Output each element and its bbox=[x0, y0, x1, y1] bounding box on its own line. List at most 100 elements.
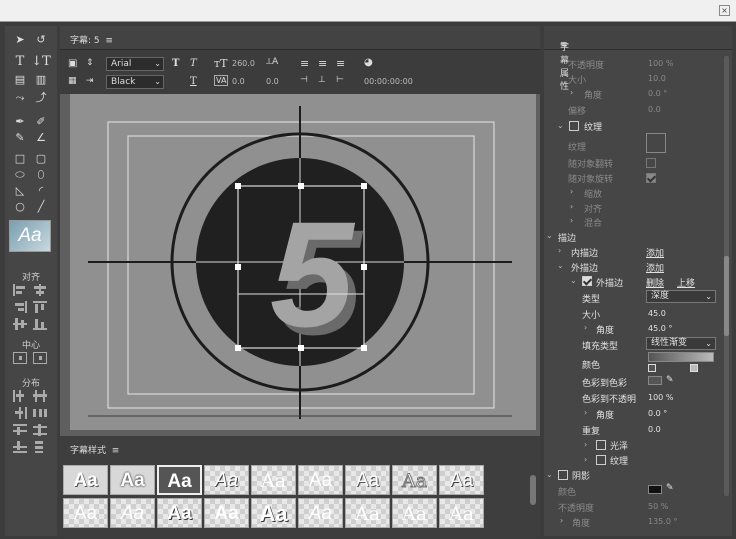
arc-tool-icon[interactable]: ◜ bbox=[31, 183, 51, 199]
shadow-angle-value[interactable]: 135.0 ° bbox=[648, 517, 677, 526]
gradient-stop-right[interactable] bbox=[690, 364, 698, 372]
title-canvas[interactable]: 5 5 bbox=[70, 94, 536, 430]
align-text-center-icon[interactable]: ≡ bbox=[318, 57, 327, 70]
rotate-with-object-checkbox[interactable] bbox=[646, 173, 656, 183]
chevron-right-icon[interactable]: › bbox=[584, 455, 587, 464]
flip-with-object-checkbox[interactable] bbox=[646, 158, 656, 168]
align-text-right-icon[interactable]: ≡ bbox=[336, 57, 345, 70]
style-swatch[interactable]: Aa bbox=[392, 465, 437, 495]
properties-scroll-thumb[interactable] bbox=[724, 256, 729, 336]
style-swatch[interactable]: Aa bbox=[439, 465, 484, 495]
gradient-stop-left[interactable] bbox=[648, 364, 656, 372]
font-size-value[interactable]: 260.0 bbox=[232, 59, 255, 68]
selection-tool-icon[interactable]: ➤ bbox=[10, 32, 30, 48]
gradient-angle-value[interactable]: 0.0 ° bbox=[648, 409, 667, 418]
italic-icon[interactable]: T bbox=[190, 58, 197, 69]
style-swatch[interactable]: Aa bbox=[204, 465, 249, 495]
style-swatch[interactable]: Aa bbox=[157, 498, 202, 528]
path-type-tool-icon[interactable]: ⤳ bbox=[10, 90, 30, 106]
shadow-color-swatch[interactable] bbox=[648, 485, 662, 494]
circle-tool-icon[interactable]: ○ bbox=[10, 199, 30, 215]
timecode-value[interactable]: 00:00:00:00 bbox=[364, 77, 413, 86]
angle-value[interactable]: 0.0 ° bbox=[648, 89, 667, 98]
style-swatch[interactable]: Aa bbox=[251, 465, 296, 495]
center-vertical-icon[interactable] bbox=[33, 352, 47, 364]
chevron-down-icon[interactable]: ⌄ bbox=[546, 470, 553, 479]
type-tool-icon[interactable]: T bbox=[10, 54, 30, 70]
distribute-top-icon[interactable] bbox=[13, 424, 27, 436]
close-icon[interactable]: × bbox=[719, 5, 730, 16]
rectangle-tool-icon[interactable]: □ bbox=[10, 151, 30, 167]
outer-stroke-checkbox[interactable] bbox=[582, 276, 592, 286]
style-swatch[interactable]: Aa bbox=[439, 498, 484, 528]
sheen-checkbox[interactable] bbox=[596, 440, 606, 450]
chevron-right-icon[interactable]: › bbox=[584, 323, 587, 332]
tab-center-icon[interactable]: ⊥ bbox=[318, 75, 326, 85]
add-outer-stroke-link[interactable]: 添加 bbox=[646, 261, 664, 274]
chevron-right-icon[interactable]: › bbox=[558, 246, 561, 255]
align-middle-h-icon[interactable] bbox=[13, 318, 27, 330]
color-to-color-swatch[interactable] bbox=[648, 376, 662, 385]
move-up-stroke-link[interactable]: 上移 bbox=[677, 276, 695, 289]
gradient-ramp[interactable] bbox=[648, 352, 714, 362]
new-title-icon[interactable]: ▣ bbox=[68, 58, 77, 69]
line-tool-icon[interactable]: ╱ bbox=[31, 199, 51, 215]
fill-type-select[interactable]: 线性渐变 ⌄ bbox=[646, 337, 716, 350]
align-right-icon[interactable] bbox=[13, 301, 27, 313]
vertical-type-tool-icon[interactable]: ↓T bbox=[31, 54, 51, 70]
style-swatch[interactable]: Aa bbox=[110, 498, 155, 528]
style-swatch[interactable]: Aa bbox=[63, 498, 108, 528]
distribute-left-icon[interactable] bbox=[13, 390, 27, 402]
rounded-rect-tool-icon[interactable]: ▢ bbox=[31, 151, 51, 167]
align-center-v-icon[interactable] bbox=[33, 284, 47, 296]
convert-anchor-tool-icon[interactable]: ∠ bbox=[31, 130, 51, 146]
distribute-spacing-h-icon[interactable] bbox=[33, 407, 47, 419]
properties-menu-icon[interactable]: ≡ bbox=[560, 40, 568, 50]
bold-icon[interactable]: T bbox=[172, 58, 179, 69]
opacity-value[interactable]: 100 % bbox=[648, 59, 673, 68]
stroke-size-value[interactable]: 45.0 bbox=[648, 309, 666, 318]
align-top-icon[interactable] bbox=[33, 301, 47, 313]
center-horizontal-icon[interactable] bbox=[13, 352, 27, 364]
size-value[interactable]: 10.0 bbox=[648, 74, 666, 83]
style-swatch[interactable]: Aa bbox=[298, 465, 343, 495]
style-swatch[interactable]: Aa bbox=[392, 498, 437, 528]
distribute-middle-v-icon[interactable] bbox=[33, 424, 47, 436]
font-style-select[interactable]: Black ⌄ bbox=[106, 75, 164, 89]
shadow-checkbox[interactable] bbox=[558, 470, 568, 480]
rotate-tool-icon[interactable]: ↺ bbox=[31, 32, 51, 48]
chevron-right-icon[interactable]: › bbox=[570, 216, 573, 225]
chevron-down-icon[interactable]: ⌄ bbox=[557, 261, 564, 270]
delete-anchor-tool-icon[interactable]: ✐ bbox=[31, 114, 51, 130]
add-inner-stroke-link[interactable]: 添加 bbox=[646, 246, 664, 259]
chevron-right-icon[interactable]: › bbox=[570, 187, 573, 196]
delete-stroke-link[interactable]: 删除 bbox=[646, 276, 664, 289]
style-swatch[interactable]: Aa bbox=[251, 498, 296, 528]
area-type-tool-icon[interactable]: ▤ bbox=[10, 72, 30, 88]
distribute-right-icon[interactable] bbox=[13, 407, 27, 419]
style-swatch-selected[interactable]: Aa bbox=[157, 465, 202, 495]
underline-icon[interactable]: T bbox=[190, 76, 197, 87]
align-text-left-icon[interactable]: ≡ bbox=[300, 57, 309, 70]
shadow-opacity-value[interactable]: 50 % bbox=[648, 502, 668, 511]
clipped-rect-tool-icon[interactable]: ⬭ bbox=[10, 167, 30, 183]
pen-tool-icon[interactable]: ✒ bbox=[10, 114, 30, 130]
add-anchor-tool-icon[interactable]: ✎ bbox=[10, 130, 30, 146]
kerning-value[interactable]: 0.0 bbox=[232, 77, 245, 86]
vertical-path-type-tool-icon[interactable]: ⤴ bbox=[31, 90, 51, 106]
distribute-bottom-icon[interactable] bbox=[13, 441, 27, 453]
texture-swatch[interactable] bbox=[646, 133, 666, 153]
style-swatch[interactable]: Aa bbox=[298, 498, 343, 528]
style-swatch[interactable]: Aa bbox=[345, 498, 390, 528]
styles-scrollbar[interactable] bbox=[530, 475, 536, 505]
roll-crawl-icon[interactable]: ⇕ bbox=[86, 58, 94, 68]
tab-right-icon[interactable]: ⊢ bbox=[336, 75, 344, 85]
chevron-right-icon[interactable]: › bbox=[570, 202, 573, 211]
ellipse-tool-icon[interactable]: ⬯ bbox=[31, 167, 51, 183]
show-background-icon[interactable]: ◕ bbox=[364, 57, 373, 68]
distribute-spacing-v-icon[interactable] bbox=[33, 441, 47, 453]
properties-scrollbar[interactable] bbox=[724, 56, 729, 496]
repeat-value[interactable]: 0.0 bbox=[648, 425, 661, 434]
wedge-tool-icon[interactable]: ◺ bbox=[10, 183, 30, 199]
stroke-angle-value[interactable]: 45.0 ° bbox=[648, 324, 672, 333]
